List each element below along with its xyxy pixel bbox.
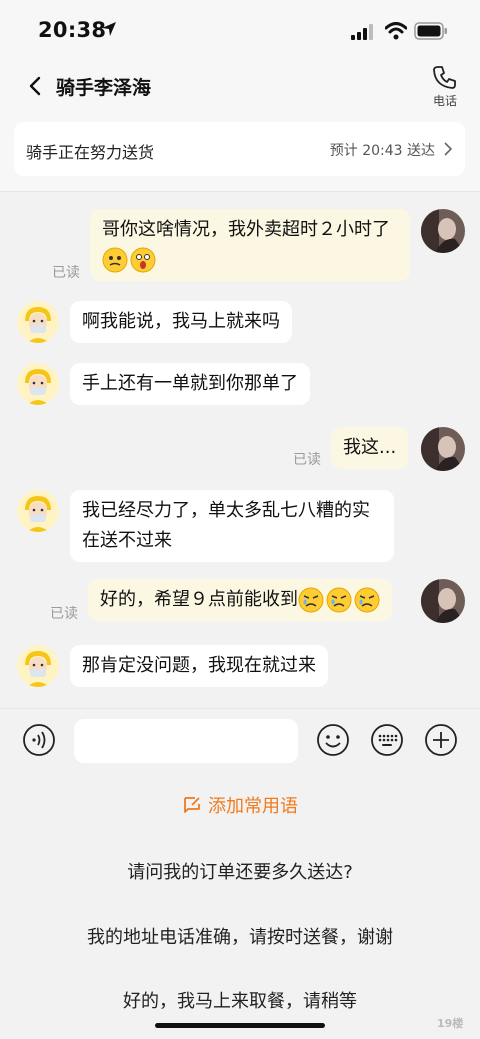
input-bar: [0, 708, 480, 772]
my-avatar[interactable]: [421, 579, 465, 623]
quick-phrase-item[interactable]: 我的地址电话准确，请按时送餐，谢谢: [0, 923, 480, 949]
message-outgoing: 已读 好的，希望９点前能收到: [0, 575, 480, 627]
page-title: 骑手李泽海: [56, 77, 152, 99]
angry-crying-face-emoji-icon: [298, 587, 324, 613]
message-text: 那肯定没问题，我现在就过来: [82, 655, 316, 676]
emoji-icon[interactable]: [316, 723, 350, 757]
call-button[interactable]: 电话: [424, 62, 466, 110]
cellular-signal-icon: [351, 24, 373, 40]
message-input[interactable]: [74, 719, 298, 763]
nav-bar: 骑手李泽海 电话: [0, 62, 480, 112]
message-text: 手上还有一单就到你那单了: [82, 373, 298, 394]
message-text: 啊我能说，我马上就来吗: [82, 311, 280, 332]
my-avatar[interactable]: [421, 209, 465, 253]
emoji-group: [102, 247, 156, 273]
quick-phrase-item[interactable]: 请问我的订单还要多久送达?: [0, 858, 480, 884]
home-indicator[interactable]: [155, 1023, 325, 1028]
rider-avatar-icon: [17, 490, 59, 532]
quick-phrases-panel: 添加常用语 请问我的订单还要多久送达? 我的地址电话准确，请按时送餐，谢谢 好的…: [0, 772, 480, 1039]
user-avatar-icon: [421, 209, 465, 253]
user-avatar-icon: [421, 427, 465, 471]
angry-crying-face-emoji-icon: [326, 587, 352, 613]
my-avatar[interactable]: [421, 427, 465, 471]
message-incoming: 那肯定没问题，我现在就过来: [0, 643, 480, 693]
message-text: 我已经尽力了，单太多乱七八糟的实在送不过来: [82, 500, 370, 551]
delivery-eta-text: 预计 20:43 送达: [329, 143, 435, 159]
message-bubble[interactable]: 手上还有一单就到你那单了: [70, 363, 310, 405]
rider-avatar[interactable]: [17, 363, 59, 405]
message-bubble[interactable]: 我已经尽力了，单太多乱七八糟的实在送不过来: [70, 490, 394, 562]
chat-list: 已读 哥你这啥情况，我外卖超时２小时了 啊我能说，我马上就来吗 手上还有一单就到…: [0, 193, 480, 708]
confused-face-emoji-icon: [102, 247, 128, 273]
rider-avatar-icon: [17, 645, 59, 687]
message-bubble[interactable]: 好的，希望９点前能收到: [88, 579, 392, 621]
location-arrow-icon: [102, 22, 116, 36]
delivery-status-card[interactable]: 骑手正在努力送货 预计 20:43 送达: [14, 122, 465, 176]
delivery-header: 骑手正在努力送货 预计 20:43 送达: [0, 112, 480, 192]
message-outgoing: 已读 我这...: [0, 423, 480, 473]
quick-phrase-item[interactable]: 好的，我马上来取餐，请稍等: [0, 987, 480, 1013]
message-bubble[interactable]: 啊我能说，我马上就来吗: [70, 301, 292, 343]
user-avatar-icon: [421, 579, 465, 623]
rider-avatar[interactable]: [17, 301, 59, 343]
edit-note-icon: [184, 797, 200, 813]
message-text: 好的，希望９点前能收到: [100, 589, 298, 610]
message-outgoing: 已读 哥你这啥情况，我外卖超时２小时了: [0, 193, 480, 288]
message-text: 我这...: [343, 437, 397, 458]
message-incoming: 我已经尽力了，单太多乱七八糟的实在送不过来: [0, 488, 480, 563]
read-receipt: 已读: [50, 606, 78, 622]
plus-icon[interactable]: [424, 723, 458, 757]
message-incoming: 啊我能说，我马上就来吗: [0, 299, 480, 349]
angry-crying-face-emoji-icon: [354, 587, 380, 613]
screaming-face-emoji-icon: [130, 247, 156, 273]
read-receipt: 已读: [52, 265, 80, 281]
add-common-phrase-button[interactable]: 添加常用语: [0, 792, 480, 818]
add-phrase-label: 添加常用语: [208, 796, 298, 817]
keyboard-icon[interactable]: [370, 723, 404, 757]
read-receipt: 已读: [293, 452, 321, 468]
voice-input-icon[interactable]: [22, 723, 56, 757]
rider-avatar[interactable]: [17, 645, 59, 687]
message-text: 哥你这啥情况，我外卖超时２小时了: [102, 219, 390, 240]
status-time: 20:38: [38, 18, 107, 42]
emoji-group: [298, 587, 380, 613]
rider-avatar-icon: [17, 363, 59, 405]
delivery-status-text: 骑手正在努力送货: [26, 143, 155, 162]
message-bubble[interactable]: 那肯定没问题，我现在就过来: [70, 645, 328, 687]
rider-avatar-icon: [17, 301, 59, 343]
back-arrow-icon[interactable]: [24, 74, 48, 98]
message-bubble[interactable]: 我这...: [331, 427, 409, 469]
rider-avatar[interactable]: [17, 490, 59, 532]
call-label: 电话: [432, 94, 457, 108]
battery-icon: [414, 22, 447, 40]
status-bar: 20:38: [0, 0, 480, 62]
phone-icon: [433, 66, 456, 89]
wifi-icon: [385, 22, 407, 40]
message-incoming: 手上还有一单就到你那单了: [0, 361, 480, 411]
watermark: 19楼: [437, 1017, 464, 1030]
chevron-right-icon: [444, 142, 453, 156]
message-bubble[interactable]: 哥你这啥情况，我外卖超时２小时了: [90, 209, 410, 281]
